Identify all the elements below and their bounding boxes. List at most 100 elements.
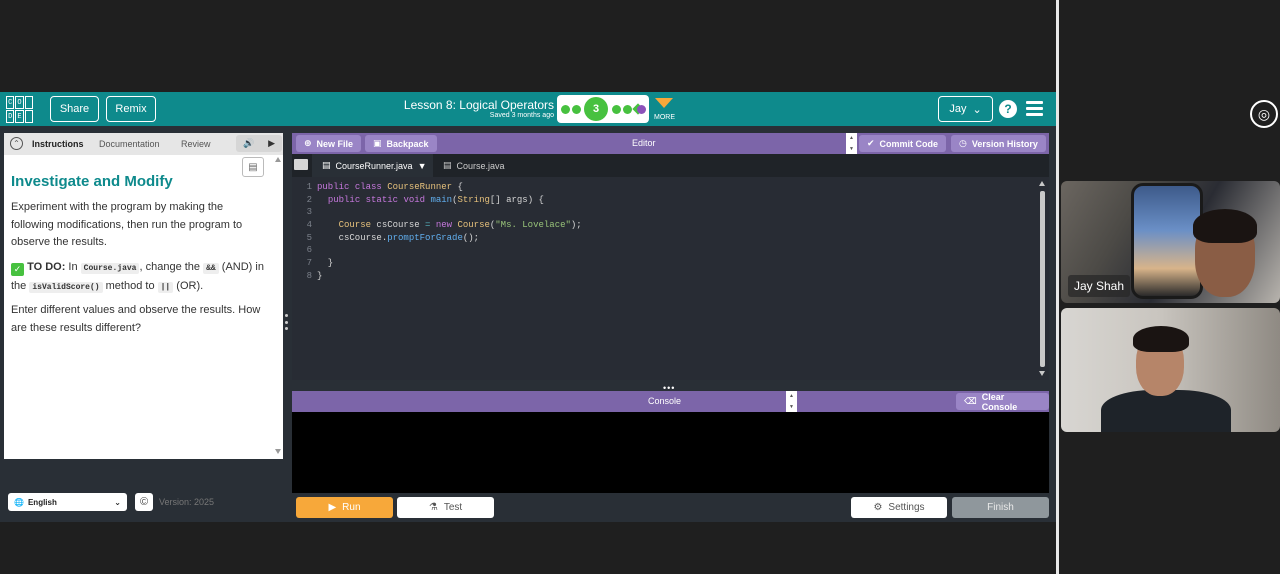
tab-instructions[interactable]: Instructions — [32, 139, 84, 149]
code-studio-app: C O D E Share Remix Lesson 8: Logical Op… — [0, 92, 1056, 522]
code-line[interactable]: } — [317, 270, 582, 283]
language-label: English — [27, 497, 57, 507]
code-line[interactable] — [317, 244, 582, 257]
finish-button[interactable]: Finish — [952, 497, 1049, 518]
instructions-paragraph: Enter different values and observe the r… — [11, 304, 261, 334]
progress-dot[interactable] — [572, 105, 581, 114]
tab-review[interactable]: Review — [181, 139, 211, 149]
line-number: 5 — [306, 232, 312, 243]
progress-dot-purple[interactable] — [637, 105, 646, 114]
user-name: Jay — [949, 103, 967, 115]
code-line[interactable]: public static void main(String[] args) { — [317, 194, 582, 207]
user-menu-button[interactable]: Jay ⌄ — [938, 96, 993, 122]
editor-font-stepper[interactable]: ▲ ▼ — [846, 133, 857, 154]
progress-dot[interactable] — [561, 105, 570, 114]
editor-scrollbar[interactable] — [1038, 181, 1046, 377]
share-button[interactable]: Share — [50, 96, 99, 122]
participant-video-tile[interactable]: Jay Shah — [1061, 181, 1280, 303]
version-history-button[interactable]: ◷ Version History — [951, 135, 1046, 152]
console-output[interactable] — [292, 412, 1049, 493]
scroll-down-icon[interactable] — [1039, 371, 1045, 376]
progress-dot[interactable] — [623, 105, 632, 114]
progress-dot[interactable] — [612, 105, 621, 114]
instructions-panel: ⌃ Instructions Documentation Review 🔊 ▶ … — [4, 133, 283, 459]
speaker-icon[interactable]: 🔊 — [243, 138, 254, 149]
finish-label: Finish — [987, 502, 1014, 513]
code-lines[interactable]: public class CourseRunner { public stati… — [317, 181, 582, 283]
logo-letter: E — [15, 110, 24, 123]
code-line[interactable]: public class CourseRunner { — [317, 181, 582, 194]
eraser-icon: ⌫ — [964, 396, 977, 406]
scroll-up-icon[interactable] — [275, 157, 281, 162]
lesson-title[interactable]: Lesson 8: Logical Operators — [380, 98, 554, 112]
progress-current-level[interactable]: 3 — [584, 97, 608, 121]
file-tab-course[interactable]: ▤ Course.java — [433, 154, 523, 177]
run-button[interactable]: ▶ Run — [296, 497, 393, 518]
inline-code: isValidScore() — [29, 281, 103, 293]
tab-documentation[interactable]: Documentation — [99, 139, 160, 149]
inline-code: && — [203, 263, 219, 274]
backpack-label: Backpack — [386, 138, 429, 149]
scroll-up-icon[interactable] — [1039, 181, 1045, 186]
console-font-stepper[interactable]: ▲ ▼ — [786, 391, 797, 412]
new-file-label: New File — [316, 138, 354, 149]
language-select[interactable]: 🌐 English ⌄ — [8, 493, 127, 511]
saved-status: Saved 3 months ago — [489, 112, 554, 119]
commit-code-button[interactable]: ✔ Commit Code — [859, 135, 947, 152]
file-tabs: ▤ CourseRunner.java ▼ ▤ Course.java — [292, 154, 1049, 177]
more-label[interactable]: MORE — [654, 114, 675, 121]
screen-share-indicator-icon[interactable]: ◎ — [1250, 100, 1278, 128]
remix-label: Remix — [115, 103, 147, 115]
file-icon: ▤ — [443, 160, 452, 170]
play-icon: ▶ — [328, 502, 337, 513]
copyright-icon[interactable]: © — [135, 493, 153, 511]
commit-label: Commit Code — [879, 138, 939, 149]
code-editor[interactable]: 1 2 3 4 5 6 7 8 public class CourseRunne… — [292, 177, 1049, 380]
settings-button[interactable]: ⚙ Settings — [851, 497, 947, 518]
code-line[interactable]: Course csCourse = new Course("Ms. Lovela… — [317, 219, 582, 232]
file-tab-courserunner[interactable]: ▤ CourseRunner.java ▼ — [312, 154, 433, 177]
instructions-todo: ✓ TO DO: In Course.java, change the && (… — [11, 259, 265, 296]
code-line[interactable]: } — [317, 257, 582, 270]
collapse-icon[interactable]: ⌃ — [10, 137, 23, 150]
scroll-down-icon[interactable] — [275, 449, 281, 454]
test-button[interactable]: ⚗ Test — [397, 497, 494, 518]
file-tab-label: CourseRunner.java — [335, 160, 413, 171]
folder-icon[interactable] — [294, 159, 308, 170]
phone-in-video — [1131, 183, 1203, 299]
play-icon[interactable]: ▶ — [268, 138, 275, 149]
new-file-button[interactable]: ⊕ New File — [296, 135, 362, 152]
code-line[interactable] — [317, 206, 582, 219]
line-number: 3 — [306, 207, 312, 218]
remix-button[interactable]: Remix — [106, 96, 156, 122]
globe-icon: 🌐 — [14, 497, 24, 507]
check-circle-icon: ✔ — [867, 138, 875, 148]
help-icon[interactable]: ? — [999, 100, 1017, 118]
more-arrow-icon[interactable] — [655, 98, 673, 108]
caret-down-icon[interactable]: ▼ — [418, 161, 427, 171]
lesson-progress: 3 — [557, 95, 649, 123]
logo-letter — [24, 96, 33, 109]
file-icon: ▤ — [322, 160, 331, 170]
participant-name: Jay Shah — [1068, 275, 1131, 297]
logo-letter — [24, 110, 33, 123]
todo-text: , change the — [139, 261, 201, 273]
instructions-paragraph: Experiment with the program by making th… — [11, 201, 243, 248]
logo-letter: D — [6, 110, 15, 123]
code-org-logo[interactable]: C O D E — [6, 96, 33, 123]
clear-console-button[interactable]: ⌫ Clear Console — [956, 392, 1049, 412]
participant-video-tile[interactable] — [1061, 308, 1280, 432]
backpack-button[interactable]: ▣ Backpack — [365, 135, 437, 152]
participant-hair — [1133, 326, 1189, 352]
clock-icon: ◷ — [959, 138, 967, 148]
instructions-title: Investigate and Modify — [11, 173, 173, 190]
hamburger-menu-icon[interactable] — [1026, 101, 1043, 116]
chevron-down-icon: ⌄ — [972, 103, 982, 116]
todo-label: TO DO: — [27, 261, 66, 273]
panel-resize-handle[interactable] — [285, 314, 289, 330]
code-line[interactable]: csCourse.promptForGrade(); — [317, 232, 582, 245]
scrollbar-thumb[interactable] — [1040, 191, 1045, 367]
text-to-speech-icon[interactable]: ▤ — [242, 157, 264, 177]
line-number: 2 — [306, 194, 312, 205]
participant-hair — [1193, 209, 1257, 243]
